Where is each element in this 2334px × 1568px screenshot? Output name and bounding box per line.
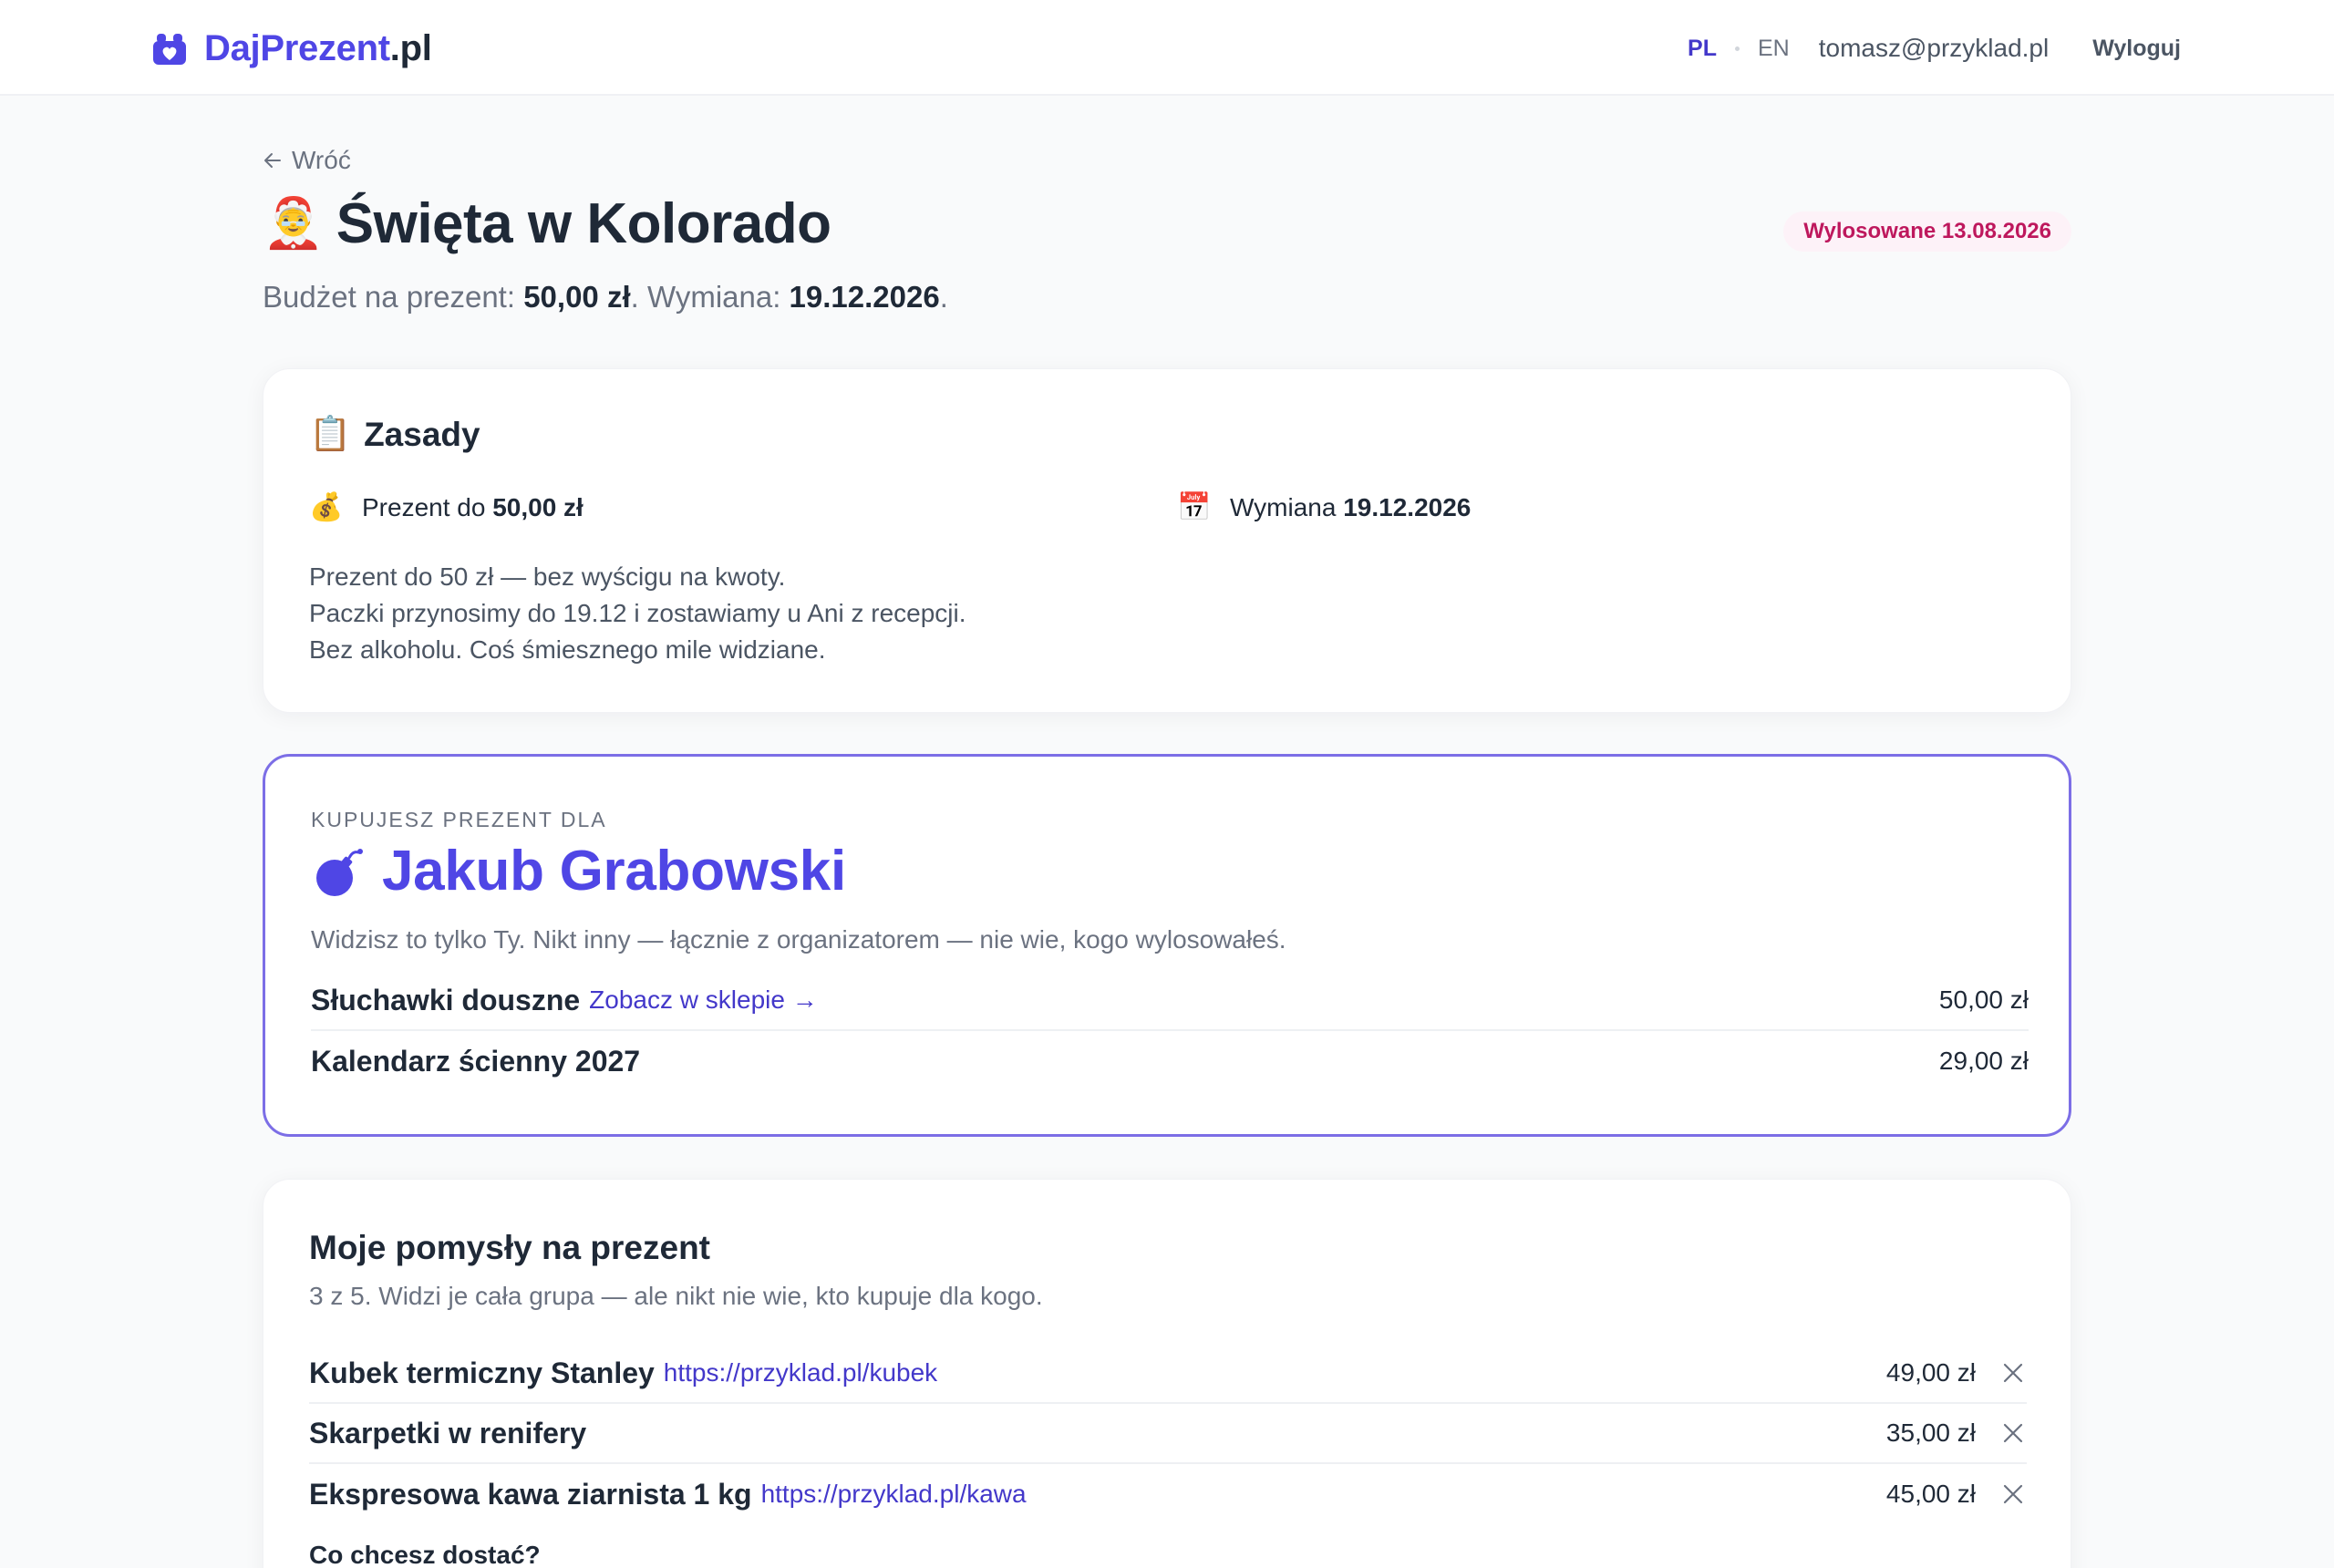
draw-result-eyebrow: KUPUJESZ PREZENT DLA (311, 808, 607, 831)
my-ideas-card: Moje pomysły na prezent 3 z 5. Widzi je … (263, 1179, 2071, 1568)
budget-value: 50,00 zł (523, 280, 631, 314)
list-item: Kalendarz ścienny 2027 29,00 zł (311, 1031, 2029, 1091)
target-name: Jakub Grabowski (382, 840, 846, 903)
top-nav: PL EN tomasz@przyklad.pl Wyloguj (1688, 26, 2181, 71)
remove-idea-button[interactable] (1999, 1419, 2027, 1447)
back-link[interactable]: Wróć (263, 146, 351, 175)
brand-name: DajPrezent.pl (204, 27, 432, 68)
page-title: 🤶 Święta w Kolorado (263, 191, 831, 256)
title-row: 🤶 Święta w Kolorado Wylosowane 13.08.202… (263, 191, 2071, 264)
target-person: Jakub Grabowski (311, 839, 846, 903)
idea-price: 49,00 zł (1885, 1358, 1976, 1387)
rule-budget-prefix: Prezent do (362, 492, 486, 521)
exchange-label: Wymiana: (646, 280, 781, 314)
idea-price: 45,00 zł (1885, 1480, 1976, 1508)
rule-date-prefix: Wymiana (1230, 492, 1337, 521)
money-bag-icon: 💰 (309, 492, 344, 522)
list-item: Kubek termiczny Stanley https://przyklad… (309, 1344, 2027, 1404)
list-item: Skarpetki w renifery 35,00 zł (309, 1404, 2027, 1464)
budget-label: Budżet na prezent: (263, 280, 516, 314)
page-title-text: Święta w Kolorado (336, 192, 831, 255)
status-badge: Wylosowane 13.08.2026 (1783, 211, 2071, 252)
top-bar: DajPrezent.pl PL EN tomasz@przyklad.pl W… (0, 0, 2334, 96)
wish-name: Kalendarz ścienny 2027 (311, 1044, 641, 1078)
rules-description: Prezent do 50 zł — bez wyścigu na kwoty.… (309, 559, 966, 668)
arrow-left-icon (264, 153, 281, 168)
rules-heading: 📋 Zasady (309, 415, 480, 454)
close-icon (2003, 1484, 2023, 1504)
rule-date-value: 19.12.2026 (1343, 492, 1472, 521)
idea-name: Skarpetki w renifery (309, 1416, 587, 1449)
lang-separator (1734, 46, 1740, 51)
rule-date: 📅 Wymiana 19.12.2026 (1177, 491, 1471, 523)
privacy-note: Widzisz to tylko Ty. Nikt inny — łącznie… (311, 925, 1286, 954)
ideas-heading: Moje pomysły na prezent (309, 1229, 710, 1266)
rule-budget: 💰 Prezent do 50,00 zł (309, 491, 584, 523)
lang-pl-button[interactable]: PL (1688, 36, 1717, 62)
rules-line: Paczki przynosimy do 19.12 i zostawiamy … (309, 599, 966, 627)
idea-name: Kubek termiczny Stanley (309, 1356, 655, 1389)
user-email: tomasz@przyklad.pl (1818, 34, 2050, 62)
budget-summary: Budżet na prezent: 50,00 zł. Wymiana: 19… (263, 280, 948, 314)
gift-icon (153, 34, 186, 65)
lang-en-button[interactable]: EN (1758, 36, 1790, 62)
rule-budget-value: 50,00 zł (492, 492, 584, 521)
idea-price: 35,00 zł (1885, 1418, 1976, 1447)
wish-name: Słuchawki douszne (311, 983, 581, 1016)
back-label: Wróć (292, 146, 351, 174)
wish-price: 29,00 zł (1938, 1047, 2029, 1075)
exchange-value: 19.12.2026 (789, 280, 940, 314)
brand-logo[interactable]: DajPrezent.pl (151, 24, 432, 73)
calendar-icon: 📅 (1177, 492, 1212, 522)
close-icon (2003, 1363, 2023, 1383)
remove-idea-button[interactable] (1999, 1480, 2027, 1508)
list-item: Ekspresowa kawa ziarnista 1 kg https://p… (309, 1464, 2027, 1524)
rules-card: 📋 Zasady 💰 Prezent do 50,00 zł 📅 Wymiana… (263, 368, 2071, 713)
add-idea-label: Co chcesz dostać? (309, 1541, 541, 1568)
shop-link[interactable]: Zobacz w sklepie → (589, 985, 818, 1015)
rules-line: Prezent do 50 zł — bez wyścigu na kwoty. (309, 562, 786, 591)
list-item: Słuchawki douszne Zobacz w sklepie → 50,… (311, 971, 2029, 1031)
remove-idea-button[interactable] (1999, 1359, 2027, 1387)
idea-name: Ekspresowa kawa ziarnista 1 kg (309, 1477, 752, 1511)
idea-link[interactable]: https://przyklad.pl/kawa (761, 1480, 1027, 1509)
bomb-icon (316, 848, 363, 896)
wish-price: 50,00 zł (1938, 985, 2029, 1014)
logout-button[interactable]: Wyloguj (2092, 36, 2181, 62)
idea-link[interactable]: https://przyklad.pl/kubek (664, 1358, 937, 1387)
rules-heading-text: Zasady (364, 415, 480, 453)
clipboard-icon: 📋 (309, 415, 352, 452)
close-icon (2003, 1423, 2023, 1443)
rules-line: Bez alkoholu. Coś śmiesznego mile widzia… (309, 635, 826, 664)
santa-emoji-icon: 🤶 (263, 196, 324, 251)
ideas-subtitle: 3 z 5. Widzi je cała grupa — ale nikt ni… (309, 1282, 1043, 1310)
draw-result-card: KUPUJESZ PREZENT DLA Jakub Grabowski Wid… (263, 754, 2071, 1137)
